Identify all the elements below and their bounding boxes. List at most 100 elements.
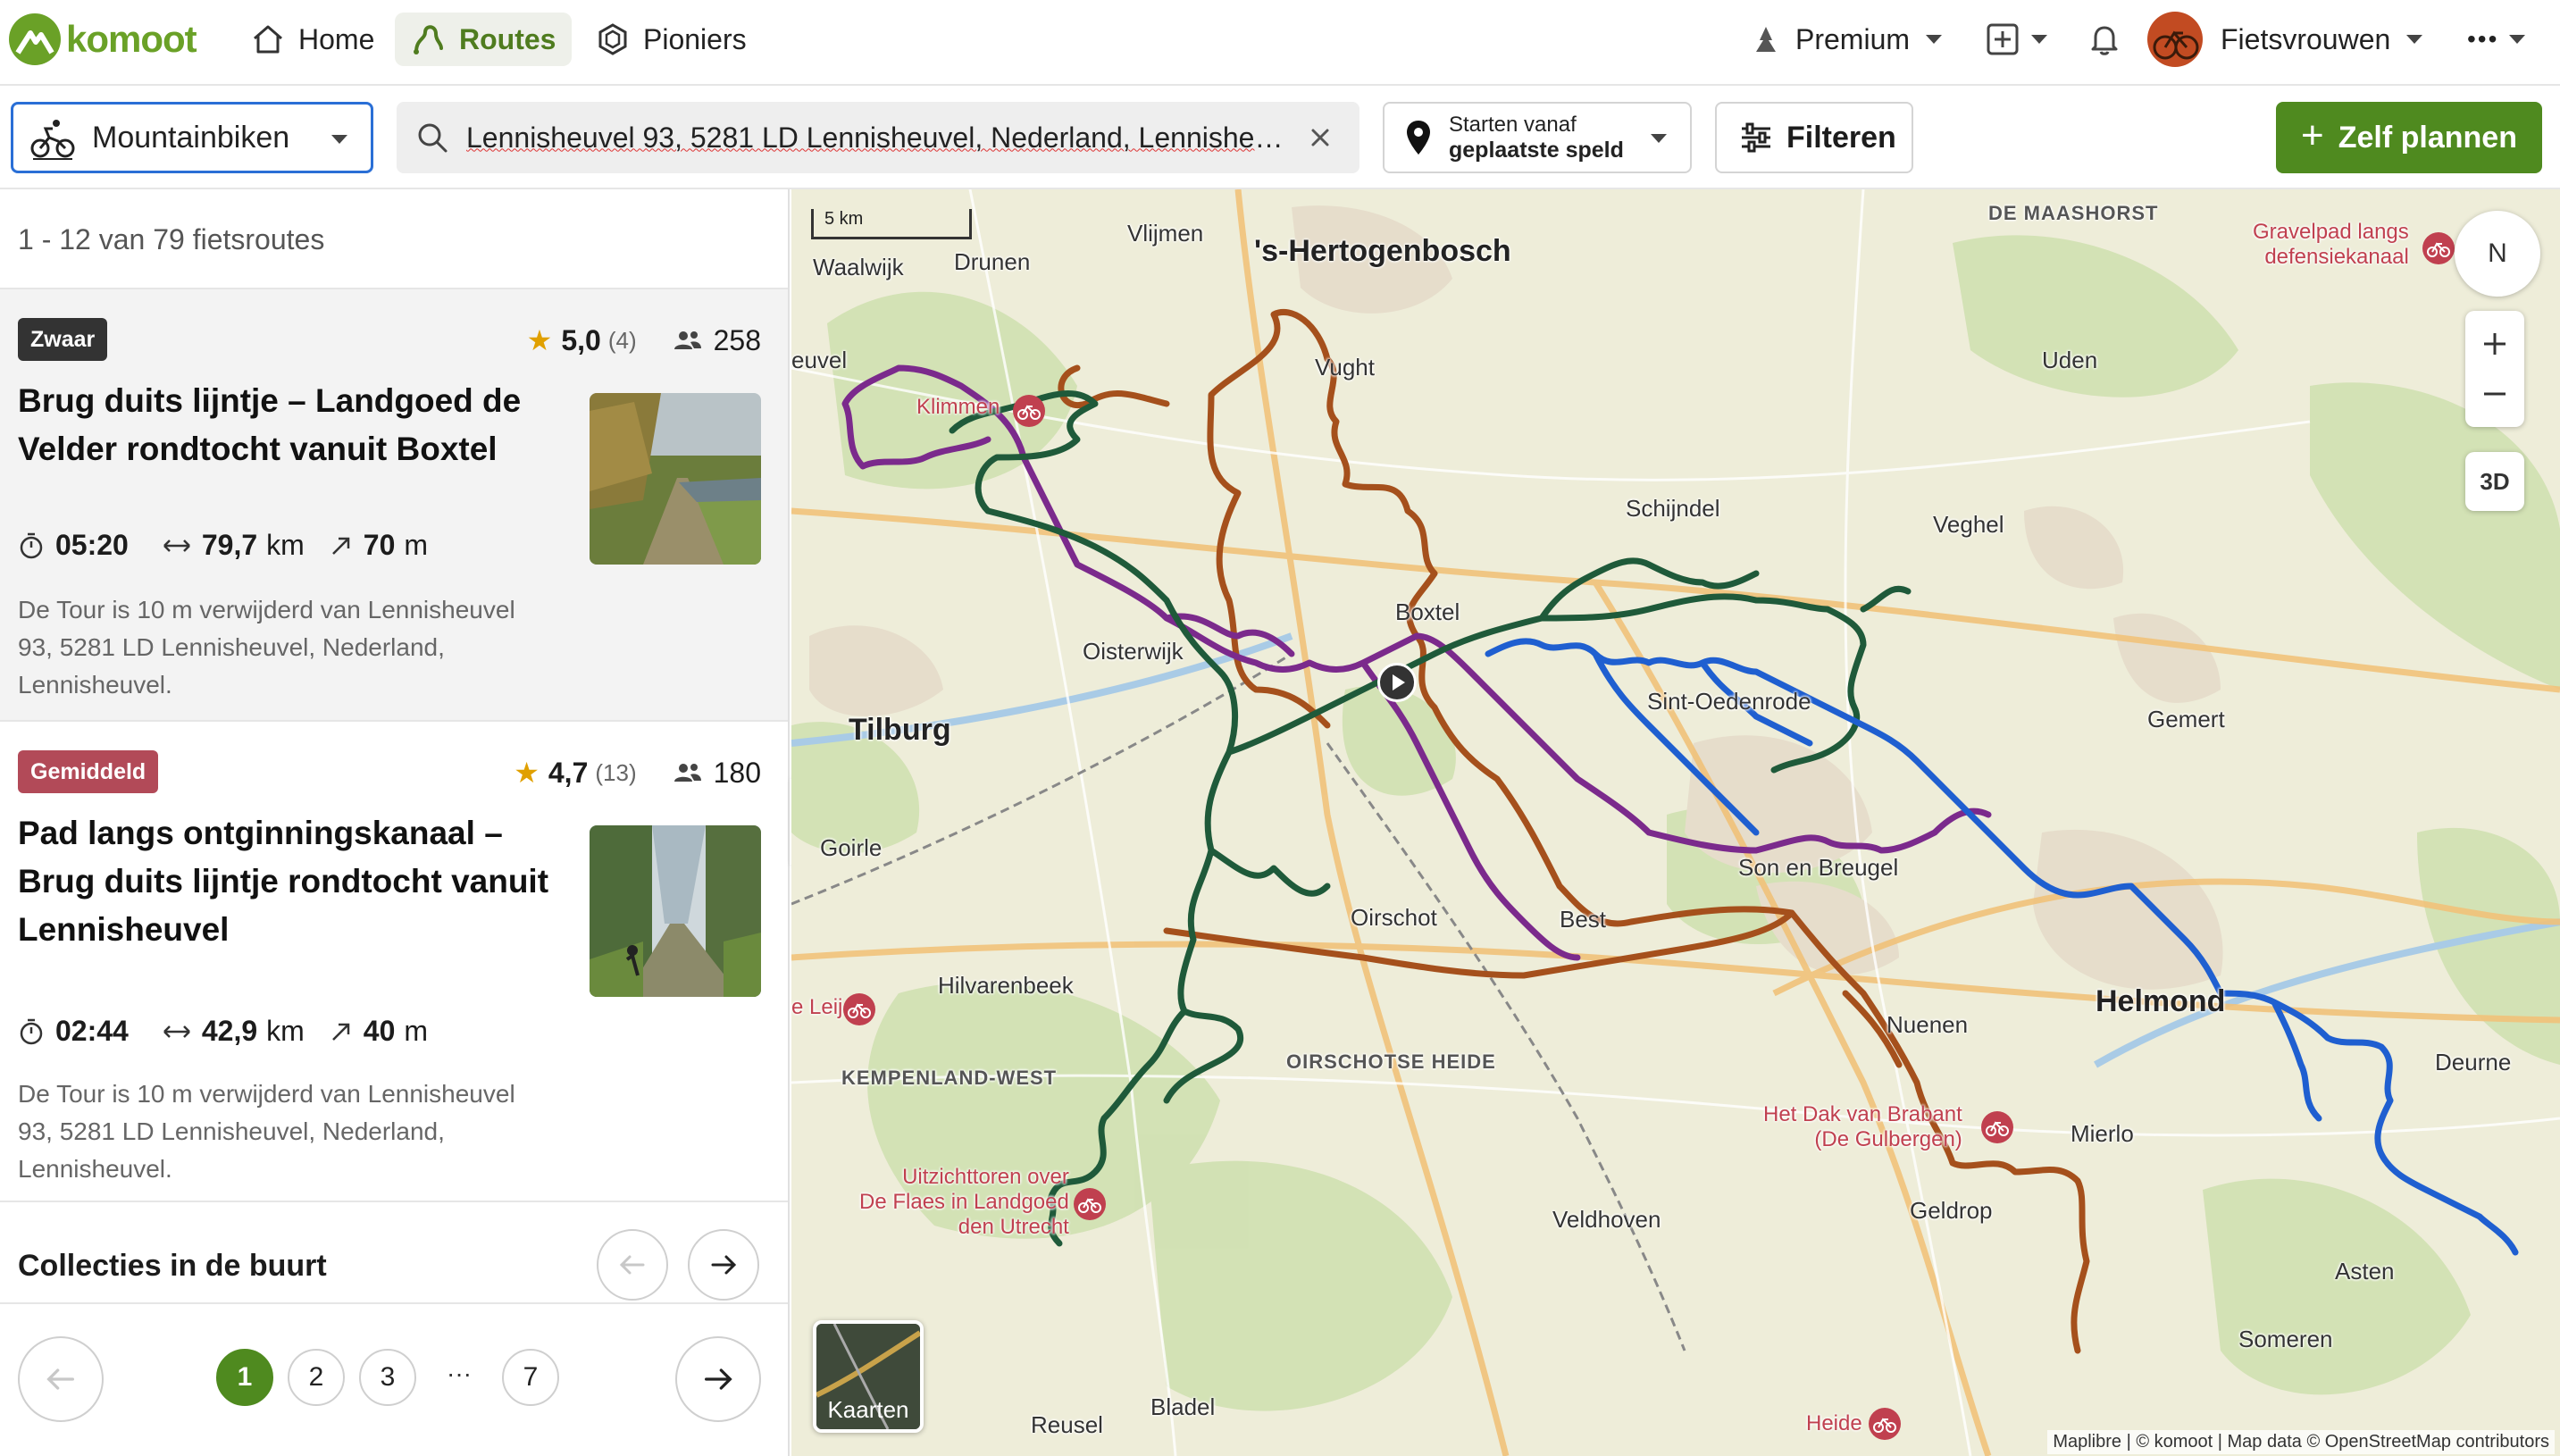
pagination: 1 2 3 ··· 7: [0, 1302, 788, 1456]
route-distance: 79,7: [201, 529, 258, 561]
collections-next-button[interactable]: [688, 1229, 759, 1301]
user-menu[interactable]: Fietsvrouwen: [2147, 12, 2423, 67]
premium-menu[interactable]: Premium: [1751, 13, 1943, 66]
sliders-icon: [1742, 122, 1770, 153]
map-label-sint-oedenrode: Sint-Oedenrode: [1647, 688, 1811, 715]
map-label-de-maashorst: DE MAASHORST: [1988, 202, 2159, 224]
page-3-button[interactable]: 3: [359, 1349, 416, 1406]
create-menu[interactable]: [1985, 13, 2047, 66]
nav-routes[interactable]: Routes: [395, 13, 573, 66]
route-stats: 02:44 42,9 km 40 m: [18, 1015, 453, 1048]
route-card[interactable]: Zwaar ★ 5,0 (4) 258 Brug duits lijntje –…: [0, 288, 788, 720]
komoot-logo-icon: [9, 13, 61, 65]
poi-label-gravelpad[interactable]: Gravelpad langs defensiekanaal: [2253, 220, 2409, 270]
collections-heading: Collecties in de buurt: [18, 1249, 327, 1283]
premium-label: Premium: [1795, 22, 1911, 55]
start-from-select[interactable]: Starten vanaf geplaatste speld: [1383, 102, 1692, 173]
chevron-down-icon: [2406, 35, 2423, 44]
map-label-nuenen: Nuenen: [1887, 1011, 1969, 1038]
route-title[interactable]: Brug duits lijntje – Landgoed de Velder …: [18, 377, 554, 473]
map-label-asten: Asten: [2335, 1258, 2395, 1284]
chevron-down-icon: [2509, 35, 2526, 44]
route-title[interactable]: Pad langs ontginningskanaal – Brug duits…: [18, 809, 554, 954]
poi-bike-icon[interactable]: [1011, 393, 1047, 429]
sport-select[interactable]: Mountainbiken: [11, 102, 373, 173]
filter-button[interactable]: Filteren: [1715, 102, 1913, 173]
route-card[interactable]: Gemiddeld ★ 4,7 (13) 180 Pad langs ontgi…: [0, 720, 788, 1202]
nav-pioneers-label: Pioniers: [643, 22, 747, 55]
poi-bike-icon[interactable]: [1979, 1109, 2015, 1145]
map-pin-icon: [1407, 121, 1430, 155]
search-value: Lennisheuvel 93, 5281 LD Lennisheuvel, N…: [466, 121, 1288, 154]
plan-yourself-button[interactable]: + Zelf plannen: [2276, 102, 2542, 173]
route-thumbnail[interactable]: [590, 825, 761, 997]
zoom-in-icon[interactable]: [2477, 319, 2513, 369]
map-label-helmond: Helmond: [2096, 984, 2226, 1018]
users-icon: [673, 331, 701, 349]
3d-toggle-button[interactable]: 3D: [2465, 452, 2524, 511]
route-description: De Tour is 10 m verwijderd van Lennisheu…: [18, 596, 515, 699]
search-icon: [418, 123, 448, 153]
map-label-hilvarenbeek: Hilvarenbeek: [938, 972, 1074, 999]
map-scale-bar: 5 km: [811, 209, 972, 239]
poi-label-uitzichttoren[interactable]: Uitzichttoren over De Flaes in Landgoed …: [859, 1165, 1069, 1240]
route-rating: ★ 5,0 (4) 258: [527, 320, 761, 361]
komoot-logo[interactable]: komoot: [9, 11, 197, 68]
map-label-geldrop: Geldrop: [1910, 1197, 1993, 1224]
chevron-down-icon: [331, 135, 347, 144]
collections-prev-button[interactable]: [597, 1229, 668, 1301]
rating-value: 4,7: [548, 756, 589, 789]
clear-icon[interactable]: [1302, 120, 1338, 155]
chevron-down-icon: [1926, 35, 1943, 44]
start-from-label: Starten vanaf: [1449, 113, 1577, 137]
map-label-oisterwijk: Oisterwijk: [1083, 638, 1184, 665]
page-1-button[interactable]: 1: [216, 1349, 273, 1406]
poi-bike-icon[interactable]: [1072, 1186, 1108, 1222]
nav-home[interactable]: Home: [234, 13, 390, 66]
premium-icon: [1756, 27, 1776, 52]
home-icon: [254, 25, 282, 54]
notifications-button[interactable]: [2087, 13, 2122, 66]
arrow-right-icon: [711, 1255, 737, 1275]
location-search-input[interactable]: Lennisheuvel 93, 5281 LD Lennisheuvel, N…: [397, 102, 1359, 173]
poi-bike-icon[interactable]: [2421, 230, 2456, 266]
filter-button-label: Filteren: [1786, 120, 1896, 155]
rating-count: (4): [607, 326, 637, 354]
mountain-bike-icon: [30, 120, 75, 160]
map-label-gemert: Gemert: [2147, 706, 2225, 732]
zoom-controls: [2465, 311, 2524, 427]
more-menu[interactable]: •••: [2467, 13, 2526, 66]
map-label-vught: Vught: [1315, 354, 1375, 381]
distance-icon: [163, 539, 190, 552]
compass-north-label: N: [2488, 238, 2507, 268]
elevation-icon: [331, 1023, 350, 1041]
map-label-son-en-breugel: Son en Breugel: [1738, 854, 1899, 881]
map-label-tilburg: Tilburg: [849, 713, 951, 747]
poi-bike-icon[interactable]: [1867, 1406, 1903, 1442]
poi-label-leij[interactable]: e Leij: [791, 995, 842, 1020]
map-label-someren: Someren: [2238, 1326, 2333, 1352]
map-canvas[interactable]: [791, 189, 2560, 1456]
pioneer-hexagon-icon: [598, 23, 627, 55]
page-2-button[interactable]: 2: [288, 1349, 345, 1406]
map-view[interactable]: 's-Hertogenbosch Tilburg Helmond Waalwij…: [791, 189, 2560, 1456]
start-point-marker[interactable]: [1377, 663, 1417, 702]
page-prev-button[interactable]: [18, 1336, 104, 1422]
compass-button[interactable]: N: [2455, 211, 2540, 297]
zoom-out-icon[interactable]: [2477, 369, 2513, 419]
route-thumbnail[interactable]: [590, 393, 761, 565]
rating-value: 5,0: [561, 323, 601, 356]
nav-pioneers[interactable]: Pioniers: [579, 13, 763, 66]
page-next-button[interactable]: [675, 1336, 761, 1422]
map-layers-button[interactable]: Kaarten: [813, 1320, 924, 1433]
map-label-waalwijk: Waalwijk: [813, 254, 904, 280]
page-7-button[interactable]: 7: [502, 1349, 559, 1406]
plan-button-label: Zelf plannen: [2338, 120, 2517, 155]
poi-label-heide[interactable]: Heide: [1806, 1411, 1862, 1436]
route-duration: 02:44: [55, 1015, 129, 1047]
poi-bike-icon[interactable]: [841, 992, 877, 1027]
poi-label-klimmen[interactable]: Klimmen: [916, 395, 1000, 420]
route-stats: 05:20 79,7 km 70 m: [18, 529, 453, 562]
poi-label-dak-van-brabant[interactable]: Het Dak van Brabant (De Gulbergen): [1763, 1102, 1962, 1152]
map-attribution[interactable]: Maplibre | © komoot | Map data © OpenStr…: [2047, 1430, 2555, 1454]
